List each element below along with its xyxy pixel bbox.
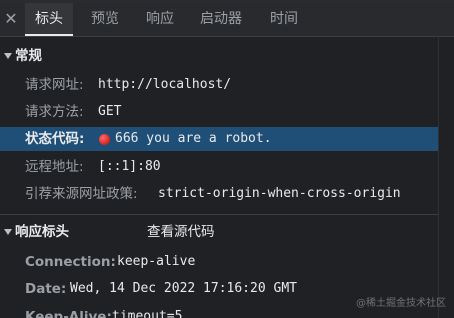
remote-address-key: 远程地址: (25, 159, 84, 175)
general-row-remote-address: 远程地址: [::1]:80 (0, 155, 438, 179)
watermark: @稀土掘金技术社区 (356, 298, 446, 309)
close-icon[interactable]: ✕ (3, 9, 19, 29)
referrer-policy-value: strict-origin-when-cross-origin (158, 186, 401, 201)
keep-alive-key: Keep-Alive: (25, 309, 112, 318)
response-headers-section-header[interactable]: 响应标头 查看源代码 (0, 220, 438, 244)
section-divider (0, 214, 438, 215)
keep-alive-value: timeout=5 (112, 309, 183, 318)
tab-response[interactable]: 响应 (146, 3, 174, 36)
vertical-scrollbar[interactable] (438, 37, 454, 318)
date-key: Date: (25, 281, 67, 297)
date-value: Wed, 14 Dec 2022 17:16:20 GMT (70, 281, 297, 296)
request-url-key: 请求网址: (25, 77, 84, 93)
connection-key: Connection: (25, 254, 116, 270)
view-source-link[interactable]: 查看源代码 (147, 220, 215, 244)
general-row-status-code[interactable]: 状态代码: 666 you are a robot. (0, 127, 438, 151)
status-code-value: 666 you are a robot. (115, 131, 272, 146)
general-row-request-method: 请求方法: GET (0, 100, 438, 124)
general-section-header[interactable]: 常规 (0, 44, 438, 68)
general-section-title: 常规 (15, 48, 42, 64)
header-row-connection: Connection: keep-alive (0, 250, 438, 274)
tab-headers[interactable]: 标头 (25, 3, 73, 36)
triangle-down-icon (4, 229, 12, 235)
tab-initiator[interactable]: 启动器 (200, 3, 242, 36)
red-dot-icon (99, 134, 110, 145)
headers-panel: 常规 请求网址: http://localhost/ 请求方法: GET 状态代… (0, 37, 454, 318)
tab-timing[interactable]: 时间 (270, 3, 298, 36)
general-row-referrer-policy: 引荐来源网址政策: strict-origin-when-cross-origi… (0, 182, 438, 206)
devtools-tab-bar: ✕ 标头 预览 响应 启动器 时间 (0, 3, 454, 37)
triangle-down-icon (4, 53, 12, 59)
request-url-value: http://localhost/ (98, 77, 232, 92)
remote-address-value: [::1]:80 (98, 159, 161, 174)
tab-preview[interactable]: 预览 (91, 3, 119, 36)
connection-value: keep-alive (117, 254, 196, 269)
request-method-key: 请求方法: (25, 104, 84, 120)
referrer-policy-key: 引荐来源网址政策: (25, 186, 138, 202)
status-code-key: 状态代码: (25, 131, 85, 147)
request-method-value: GET (98, 104, 122, 119)
general-row-request-url: 请求网址: http://localhost/ (0, 73, 438, 97)
response-headers-title: 响应标头 (15, 224, 69, 240)
